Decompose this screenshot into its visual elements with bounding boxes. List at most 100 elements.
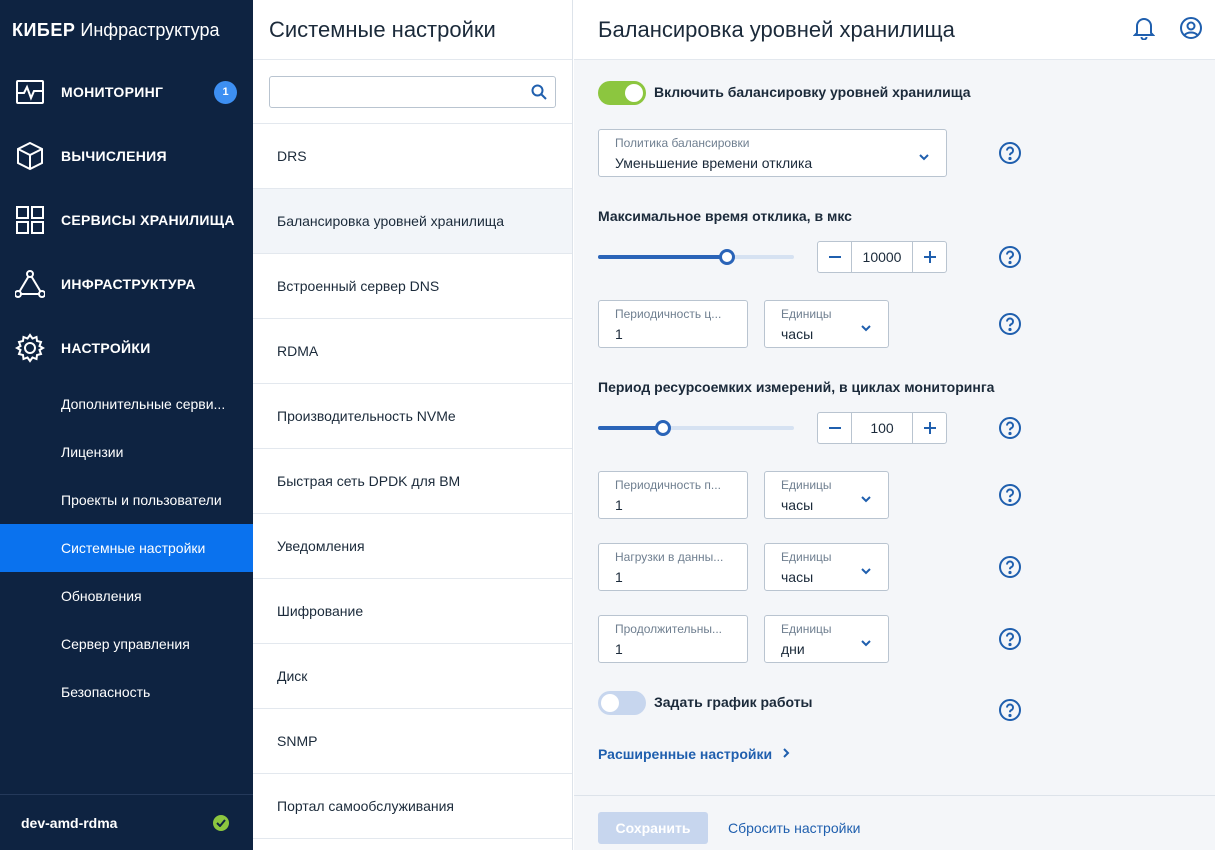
chevron-down-icon <box>860 319 872 337</box>
network-icon <box>14 268 46 300</box>
menu-item-disk[interactable]: Диск <box>253 644 572 709</box>
field-value: часы <box>781 497 814 513</box>
periodicity-measurement-unit-select[interactable]: Единицы часы <box>764 471 889 519</box>
search-box <box>269 75 556 108</box>
stepper-value[interactable]: 100 <box>851 413 913 443</box>
menu-item-storage-tiering[interactable]: Балансировка уровней хранилища <box>253 189 572 254</box>
chevron-down-icon <box>860 562 872 580</box>
duration-unit-select[interactable]: Единицы дни <box>764 615 889 663</box>
field-value: 1 <box>615 326 623 342</box>
logo-rest: Инфраструктура <box>80 19 220 40</box>
menu-item-notifications[interactable]: Уведомления <box>253 514 572 579</box>
search-container <box>253 60 572 124</box>
plus-icon[interactable] <box>913 413 946 443</box>
schedule-toggle[interactable] <box>598 691 646 715</box>
help-icon[interactable] <box>998 627 1022 651</box>
chevron-down-icon <box>860 634 872 652</box>
menu-item-dpdk[interactable]: Быстрая сеть DPDK для ВМ <box>253 449 572 514</box>
nav-label: НАСТРОЙКИ <box>61 340 151 356</box>
schedule-label: Задать график работы <box>654 694 813 710</box>
sidebar: КИБЕР Инфраструктура МОНИТОРИНГ 1 ВЫЧИСЛ… <box>0 0 253 850</box>
slider-fill <box>598 255 727 259</box>
chevron-right-icon <box>782 746 790 762</box>
load-data-field[interactable]: Нагрузки в данны... 1 <box>598 543 748 591</box>
periodicity-measurement-field[interactable]: Периодичность п... 1 <box>598 471 748 519</box>
gear-icon <box>14 332 46 364</box>
nav-item-infrastructure[interactable]: ИНФРАСТРУКТУРА <box>0 252 253 316</box>
minus-icon[interactable] <box>818 413 851 443</box>
cube-icon <box>14 140 46 172</box>
action-footer: Сохранить Сбросить настройки <box>574 795 1215 850</box>
detail-title: Балансировка уровней хранилища <box>598 16 955 42</box>
help-icon[interactable] <box>998 483 1022 507</box>
slider-thumb[interactable] <box>719 249 735 265</box>
menu-item-dns[interactable]: Встроенный сервер DNS <box>253 254 572 319</box>
bell-icon[interactable] <box>1132 16 1156 40</box>
help-icon[interactable] <box>998 245 1022 269</box>
nav-label: МОНИТОРИНГ <box>61 84 164 100</box>
plus-icon[interactable] <box>913 242 946 272</box>
load-data-unit-select[interactable]: Единицы часы <box>764 543 889 591</box>
help-icon[interactable] <box>998 555 1022 579</box>
nav-item-compute[interactable]: ВЫЧИСЛЕНИЯ <box>0 124 253 188</box>
field-label: Единицы <box>781 622 832 636</box>
resource-period-slider[interactable] <box>598 420 794 436</box>
menu-item-rdma[interactable]: RDMA <box>253 319 572 384</box>
user-icon[interactable] <box>1179 16 1203 40</box>
search-input[interactable] <box>270 76 555 107</box>
cluster-status[interactable]: dev-amd-rdma <box>0 794 253 850</box>
advanced-settings-link[interactable]: Расширенные настройки <box>598 746 790 762</box>
slider-fill <box>598 426 663 430</box>
slider-thumb[interactable] <box>655 420 671 436</box>
menu-item-self-service[interactable]: Портал самообслуживания <box>253 774 572 839</box>
reset-settings-button[interactable]: Сбросить настройки <box>728 812 860 844</box>
nav-label: ВЫЧИСЛЕНИЯ <box>61 148 167 164</box>
duration-field[interactable]: Продолжительны... 1 <box>598 615 748 663</box>
subitem-management-server[interactable]: Сервер управления <box>0 620 253 668</box>
subitem-updates[interactable]: Обновления <box>0 572 253 620</box>
menu-item-snmp[interactable]: SNMP <box>253 709 572 774</box>
subitem-security[interactable]: Безопасность <box>0 668 253 716</box>
subitem-additional-services[interactable]: Дополнительные серви... <box>0 380 253 428</box>
header-icons <box>1132 16 1203 40</box>
field-label: Политика балансировки <box>615 136 750 150</box>
field-value: часы <box>781 569 814 585</box>
menu-item-encryption[interactable]: Шифрование <box>253 579 572 644</box>
stepper-value[interactable]: 10000 <box>851 242 913 272</box>
field-label: Периодичность ц... <box>615 307 722 321</box>
nav-item-settings[interactable]: НАСТРОЙКИ <box>0 316 253 380</box>
help-icon[interactable] <box>998 416 1022 440</box>
nav-label: ИНФРАСТРУКТУРА <box>61 276 196 292</box>
toggle-knob <box>625 84 643 102</box>
enable-tiering-toggle[interactable] <box>598 81 646 105</box>
nav-item-storage-services[interactable]: СЕРВИСЫ ХРАНИЛИЩА <box>0 188 253 252</box>
menu-item-drs[interactable]: DRS <box>253 124 572 189</box>
search-icon[interactable] <box>531 84 547 105</box>
menu-item-nvme[interactable]: Производительность NVMe <box>253 384 572 449</box>
field-value: дни <box>781 641 805 657</box>
nav-item-monitoring[interactable]: МОНИТОРИНГ 1 <box>0 60 253 124</box>
resource-period-title: Период ресурсоемких измерений, в циклах … <box>598 379 995 395</box>
field-label: Единицы <box>781 478 832 492</box>
monitoring-icon <box>14 76 46 108</box>
save-button[interactable]: Сохранить <box>598 812 708 844</box>
help-icon[interactable] <box>998 141 1022 165</box>
minus-icon[interactable] <box>818 242 851 272</box>
field-label: Периодичность п... <box>615 478 721 492</box>
help-icon[interactable] <box>998 698 1022 722</box>
balancing-policy-select[interactable]: Политика балансировки Уменьшение времени… <box>598 129 947 177</box>
periodicity-cycle-unit-select[interactable]: Единицы часы <box>764 300 889 348</box>
advanced-settings-label: Расширенные настройки <box>598 746 773 762</box>
help-icon[interactable] <box>998 312 1022 336</box>
field-value: 1 <box>615 497 623 513</box>
panel-title: Системные настройки <box>253 0 572 60</box>
toggle-knob <box>601 694 619 712</box>
logo[interactable]: КИБЕР Инфраструктура <box>0 0 253 60</box>
subitem-projects-users[interactable]: Проекты и пользователи <box>0 476 253 524</box>
max-response-stepper: 10000 <box>817 241 947 273</box>
field-label: Единицы <box>781 550 832 564</box>
periodicity-cycle-field[interactable]: Периодичность ц... 1 <box>598 300 748 348</box>
subitem-system-settings[interactable]: Системные настройки <box>0 524 253 572</box>
max-response-slider[interactable] <box>598 249 794 265</box>
subitem-licenses[interactable]: Лицензии <box>0 428 253 476</box>
